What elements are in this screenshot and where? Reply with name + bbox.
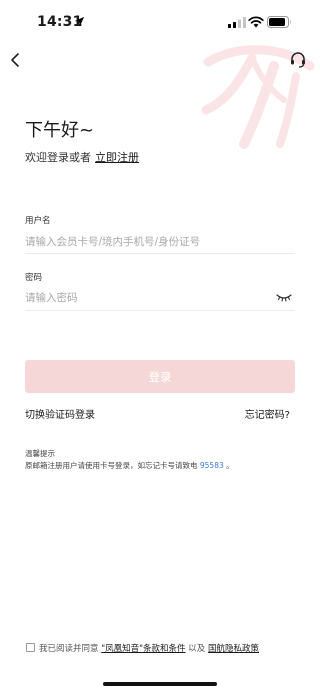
forgot-password-link[interactable]: 忘记密码? [245, 406, 290, 421]
customer-service-icon[interactable] [288, 50, 308, 70]
agreement-row: 我已阅读并同意 "凤凰知音"条款和条件 以及 国航隐私政策 [39, 642, 259, 654]
greeting-title: 下午好~ [25, 120, 95, 141]
welcome-row: 欢迎登录或者 立即注册 [25, 149, 139, 165]
password-divider [25, 310, 295, 311]
signal-icon [228, 17, 246, 28]
password-label: 密码 [25, 273, 43, 283]
battery-icon [267, 16, 291, 28]
password-input[interactable] [25, 289, 270, 307]
username-divider [25, 253, 295, 254]
agreement-prefix: 我已阅读并同意 [39, 644, 99, 654]
register-link[interactable]: 立即注册 [95, 151, 139, 164]
wifi-icon [248, 16, 264, 28]
home-indicator[interactable] [103, 682, 217, 686]
location-arrow-icon [74, 16, 85, 27]
status-bar: 14:31 [0, 0, 320, 44]
welcome-text: 欢迎登录或者 [25, 151, 91, 164]
tips-text: 原邮箱注册用户请使用卡号登录，如忘记卡号请致电 [25, 461, 198, 470]
sms-login-link[interactable]: 切换验证码登录 [25, 406, 95, 421]
eye-closed-icon[interactable] [276, 291, 292, 303]
privacy-policy-link[interactable]: 国航隐私政策 [208, 644, 259, 654]
terms-link[interactable]: "凤凰知音"条款和条件 [101, 644, 185, 654]
login-button[interactable]: 登录 [25, 360, 295, 393]
username-label: 用户名 [25, 216, 51, 226]
back-icon[interactable] [6, 50, 26, 70]
tips-phone-link[interactable]: 95583 [200, 461, 224, 470]
agreement-checkbox[interactable] [26, 643, 35, 652]
tips-suffix: 。 [226, 461, 234, 470]
username-input[interactable] [25, 233, 270, 251]
tips-title: 温馨提示 [25, 449, 55, 458]
tips-body: 原邮箱注册用户请使用卡号登录，如忘记卡号请致电 95583 。 [25, 460, 234, 471]
agreement-conjunction: 以及 [188, 644, 206, 654]
